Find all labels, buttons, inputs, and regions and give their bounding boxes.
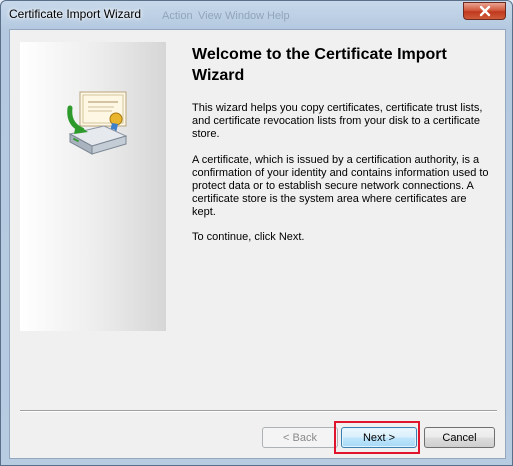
title-bar[interactable]: Certificate Import Wizard Action View Wi… bbox=[1, 1, 512, 29]
back-button[interactable]: < Back bbox=[262, 427, 338, 448]
ghost-menu-window: Window bbox=[225, 10, 265, 22]
wizard-window: Certificate Import Wizard Action View Wi… bbox=[0, 0, 513, 466]
ghost-menu-help: Help bbox=[267, 10, 290, 22]
wizard-side-panel bbox=[20, 42, 166, 331]
next-button[interactable]: Next > bbox=[341, 427, 417, 448]
ghost-menu-view: View bbox=[198, 10, 222, 22]
cancel-button[interactable]: Cancel bbox=[424, 427, 495, 448]
window-title: Certificate Import Wizard bbox=[9, 7, 142, 21]
continue-instruction: To continue, click Next. bbox=[192, 231, 305, 243]
wizard-client-area: Welcome to the Certificate Import Wizard… bbox=[9, 29, 506, 459]
certificate-description-paragraph: A certificate, which is issued by a cert… bbox=[192, 154, 489, 218]
ghost-menu-action: Action bbox=[162, 10, 193, 22]
button-divider bbox=[20, 410, 497, 412]
close-button[interactable] bbox=[463, 2, 506, 20]
intro-paragraph: This wizard helps you copy certificates,… bbox=[192, 102, 483, 140]
certificate-import-icon bbox=[67, 91, 128, 155]
close-icon bbox=[479, 5, 490, 17]
wizard-heading: Welcome to the Certificate Import Wizard bbox=[192, 46, 447, 84]
